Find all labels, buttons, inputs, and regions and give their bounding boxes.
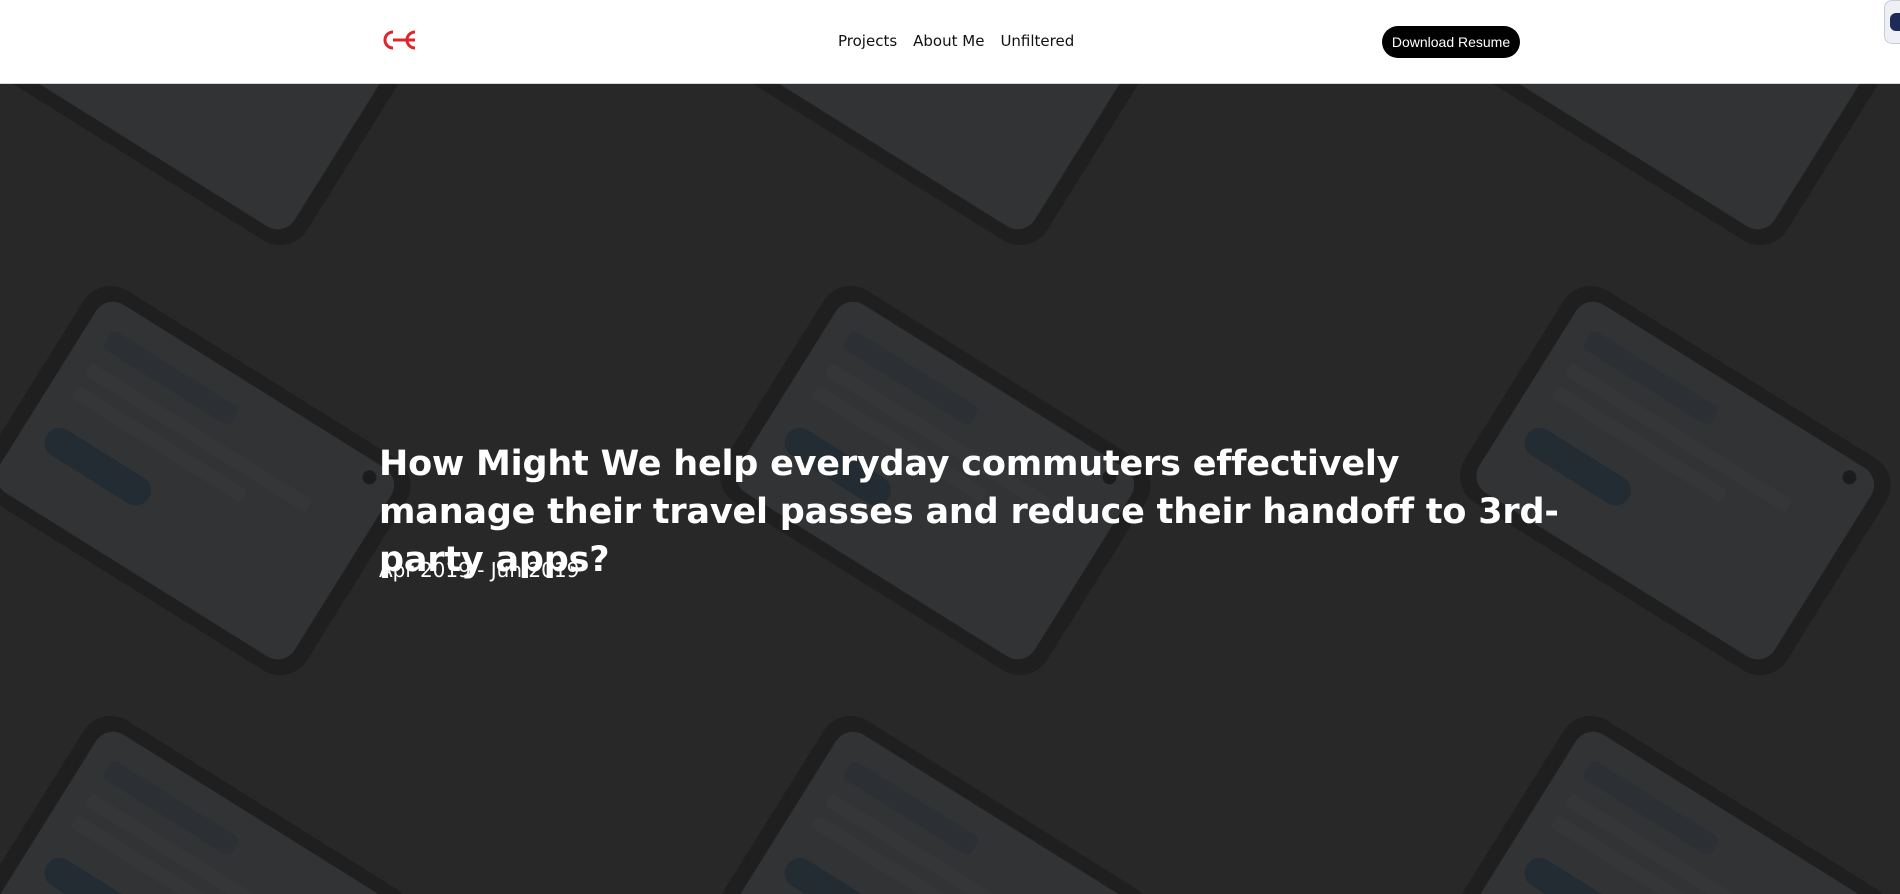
nav-link-unfiltered[interactable]: Unfiltered — [1000, 30, 1074, 52]
nav-link-about-me[interactable]: About Me — [913, 30, 984, 52]
hero-section: How Might We help everyday commuters eff… — [0, 84, 1900, 894]
download-resume-button[interactable]: Download Resume — [1382, 26, 1520, 58]
main-nav: Projects About Me Unfiltered — [838, 30, 1074, 52]
widget-icon — [1890, 13, 1900, 31]
top-navbar: Projects About Me Unfiltered Download Re… — [0, 0, 1900, 84]
side-widget-tab[interactable] — [1884, 0, 1900, 44]
hero-date-range: Apr 2019 - Jun 2019 — [379, 558, 580, 582]
nav-link-projects[interactable]: Projects — [838, 30, 897, 52]
logo-icon[interactable] — [379, 27, 429, 53]
